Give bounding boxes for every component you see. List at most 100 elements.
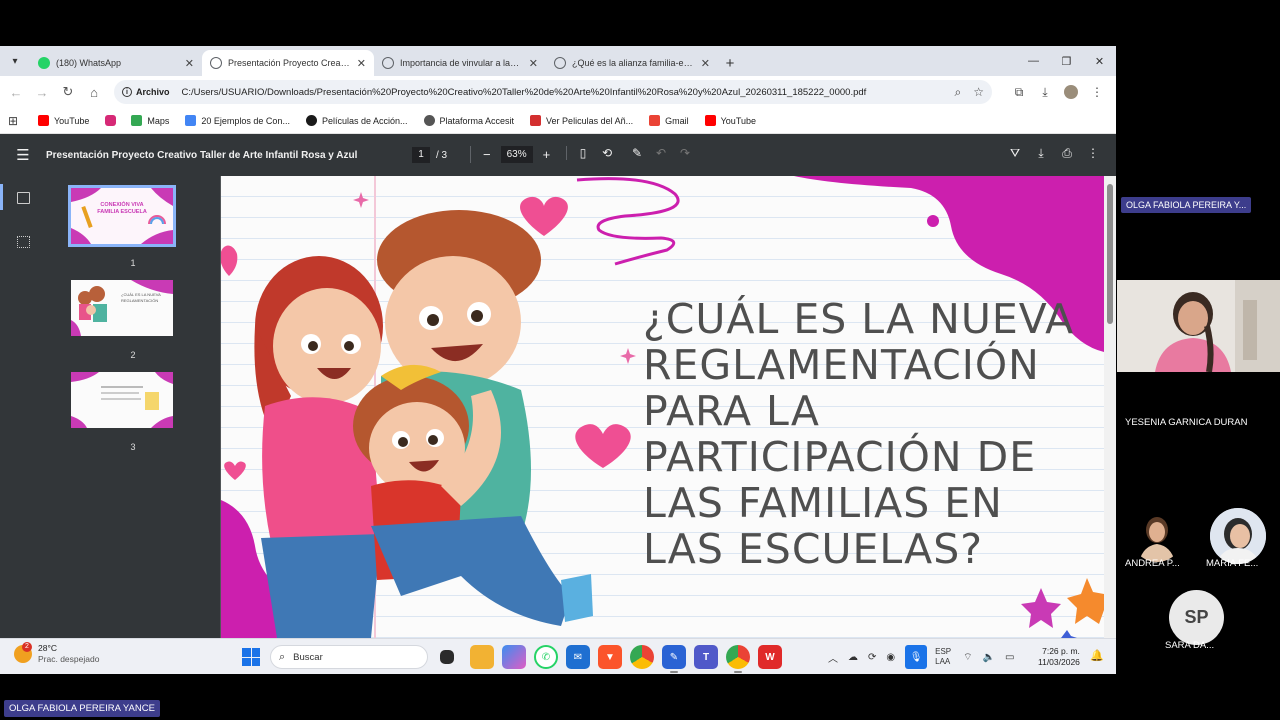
chrome-icon[interactable] (630, 645, 654, 669)
bookmark-youtube[interactable]: YouTube (38, 115, 89, 126)
bookmark-ejemplos[interactable]: 20 Ejemplos de Con... (185, 115, 290, 126)
close-window-icon[interactable]: ✕ (1083, 46, 1116, 76)
thumbnail-label-2: 2 (130, 350, 136, 360)
undo-icon[interactable]: ↶ (649, 146, 673, 160)
battery-icon[interactable]: ▭ (1005, 652, 1014, 663)
print-icon[interactable]: ⎙ (1054, 146, 1080, 161)
drive-save-icon[interactable]: ⛛ (1002, 146, 1028, 161)
home-icon[interactable]: ⌂ (81, 79, 107, 105)
avatar-andrea[interactable] (1131, 510, 1183, 562)
back-arrow-icon[interactable]: ← (3, 79, 29, 105)
restore-icon[interactable]: ❐ (1050, 46, 1083, 76)
scrollbar-thumb[interactable] (1107, 184, 1113, 324)
thumbnail-page-3[interactable] (71, 372, 173, 428)
instagram-icon (105, 115, 117, 126)
presenter-name-chip: OLGA FABIOLA PEREIRA Y... (1121, 197, 1252, 213)
task-view-icon[interactable] (440, 650, 454, 664)
rail-active-indicator (0, 184, 3, 210)
bookmark-icon (423, 115, 435, 126)
tab-whatsapp[interactable]: (180) WhatsApp ✕ (30, 50, 202, 76)
fit-page-icon[interactable]: ▯ (571, 146, 595, 160)
bookmark-ver-peliculas[interactable]: Ver Peliculas del Añ... (530, 115, 633, 126)
forward-arrow-icon[interactable]: → (29, 79, 55, 105)
participant-video-yesenia[interactable] (1117, 280, 1280, 372)
tab-close-icon[interactable]: ✕ (357, 57, 366, 70)
extensions-icon[interactable]: ⧉ (1006, 80, 1032, 104)
whatsapp-icon (38, 57, 50, 69)
annotate-icon[interactable]: ✎ (625, 146, 649, 160)
onedrive-icon[interactable]: ☁ (848, 652, 858, 663)
tab-presentacion[interactable]: Presentación Proyecto Creativo ✕ (202, 50, 374, 76)
apps-grid-icon[interactable]: ⊞ (8, 115, 20, 127)
profile-avatar[interactable] (1058, 80, 1084, 104)
tray-chevron-icon[interactable]: ︿ (828, 650, 838, 665)
wps-office-icon[interactable]: W (758, 645, 782, 669)
thumbnail-label-3: 3 (130, 442, 136, 452)
outline-icon[interactable] (17, 236, 30, 248)
tab-close-icon[interactable]: ✕ (701, 57, 710, 70)
site-info-chip[interactable]: i Archivo (122, 87, 170, 97)
brave-icon[interactable]: ▼ (598, 645, 622, 669)
wifi-icon[interactable]: ⌔ (963, 651, 972, 664)
redo-icon[interactable]: ↷ (673, 146, 697, 160)
avatar-maria[interactable] (1210, 508, 1266, 564)
weather-desc: Prac. despejado (38, 654, 100, 664)
taskbar-search[interactable]: ⌕ Buscar (270, 645, 428, 669)
more-options-icon[interactable]: ⋮ (1080, 146, 1106, 161)
zoom-in-icon[interactable]: + (543, 147, 551, 162)
avatar-maria-photo (1210, 508, 1266, 564)
zoom-out-icon[interactable]: − (483, 147, 491, 162)
language-indicator[interactable]: ESP LAA (935, 647, 951, 667)
avatar-sara[interactable]: SP (1169, 590, 1224, 645)
sync-icon[interactable]: ⟳ (868, 652, 876, 663)
zoom-input[interactable]: 63% (500, 146, 533, 163)
teams-icon[interactable]: T (694, 645, 718, 669)
notification-bell-icon[interactable]: 🔔 (1090, 649, 1104, 662)
download-icon[interactable]: ⤓ (1028, 146, 1054, 161)
bookmark-accesit[interactable]: Plataforma Accesit (423, 115, 514, 126)
pdf-scrollbar[interactable] (1104, 176, 1116, 638)
minimize-icon[interactable]: — (1017, 46, 1050, 76)
bookmark-star-icon[interactable]: ☆ (973, 85, 984, 99)
zoom-icon[interactable]: ⌕ (955, 85, 962, 100)
tab-close-icon[interactable]: ✕ (529, 57, 538, 70)
file-explorer-icon[interactable] (470, 645, 494, 669)
system-clock[interactable]: 7:26 p. m. 11/03/2026 (1038, 646, 1080, 668)
volume-icon[interactable]: 🔈 (983, 652, 995, 663)
tab-alianza[interactable]: ¿Qué es la alianza familia-escue ✕ (546, 50, 718, 76)
tab-close-icon[interactable]: ✕ (185, 57, 194, 70)
new-tab-button[interactable]: + (718, 50, 742, 76)
windows-start-icon[interactable] (242, 648, 260, 666)
whiteboard-icon[interactable]: ✎ (662, 645, 686, 673)
participant-name-maria: MARIA FE... (1206, 558, 1259, 569)
whatsapp-taskbar-icon[interactable]: ✆ (534, 645, 558, 669)
system-tray: ︿ ☁ ⟳ ◉ 🎙 ESP LAA ⌔ 🔈 ▭ (828, 645, 1024, 669)
url-text: C:/Users/USUARIO/Downloads/Presentación%… (181, 86, 867, 98)
bookmark-gmail[interactable]: Gmail (649, 115, 689, 126)
hamburger-menu-icon[interactable]: ☰ (0, 134, 46, 176)
page-number-input[interactable]: 1 (412, 147, 430, 163)
vpn-icon[interactable]: ◉ (886, 652, 895, 663)
outlook-icon[interactable]: ✉ (566, 645, 590, 669)
thumbnail-page-2[interactable]: ¿CUÁL ES LA NUEVA REGLAMENTACIÓN (71, 280, 173, 336)
tab-importancia[interactable]: Importancia de vinvular a las fa ✕ (374, 50, 546, 76)
weather-widget[interactable]: 2 28°C Prac. despejado (14, 642, 100, 665)
rotate-icon[interactable]: ⟲ (595, 146, 619, 160)
address-bar[interactable]: i Archivo C:/Users/USUARIO/Downloads/Pres… (114, 80, 992, 104)
downloads-icon[interactable]: ⤓ (1032, 80, 1058, 104)
microphone-icon[interactable]: 🎙 (905, 645, 928, 669)
tab-search-chevron-icon[interactable]: ▾ (0, 46, 30, 76)
kebab-menu-icon[interactable]: ⋮ (1084, 80, 1110, 104)
bookmark-instagram[interactable] (105, 115, 121, 126)
bookmark-youtube-2[interactable]: YouTube (704, 115, 756, 126)
copilot-icon[interactable] (502, 645, 526, 669)
bookmark-maps[interactable]: Maps (131, 115, 169, 126)
thumbnails-icon[interactable] (17, 192, 30, 204)
thumbnail-page-1[interactable]: CONEXIÓN VIVA FAMILIA ESCUELA (68, 185, 176, 247)
meeting-window: ▾ (180) WhatsApp ✕ Presentación Proyecto… (0, 0, 1280, 720)
bookmark-icon (530, 115, 542, 126)
bookmark-peliculas-accion[interactable]: Películas de Acción... (305, 115, 408, 126)
chrome-profile-icon[interactable] (726, 645, 750, 673)
thumbnail-3-art (71, 372, 173, 428)
reload-icon[interactable]: ↻ (55, 79, 81, 105)
